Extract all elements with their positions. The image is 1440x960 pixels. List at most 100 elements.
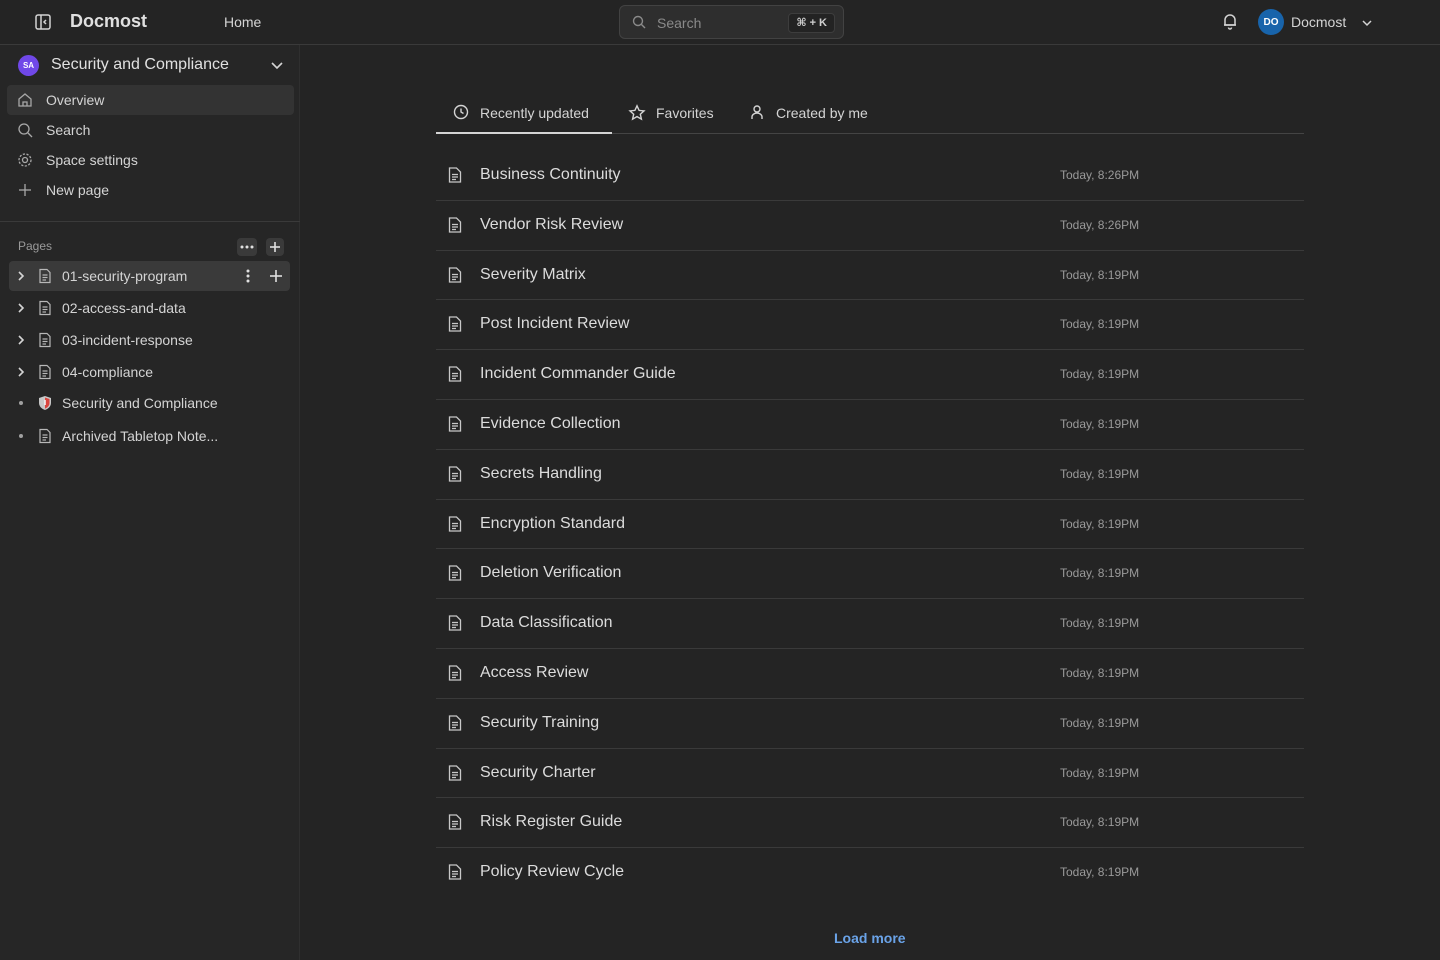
page-updated-time: Today, 8:26PM (1060, 168, 1140, 182)
tab-label: Recently updated (480, 105, 589, 121)
sidebar-toggle-icon[interactable] (33, 12, 53, 32)
page-title: Policy Review Cycle (480, 863, 625, 881)
page-updated-time: Today, 8:19PM (1060, 665, 1140, 680)
document-icon (448, 167, 462, 188)
page-tree-item[interactable]: Archived Tabletop Note... (9, 421, 290, 451)
chevron-right-icon[interactable] (14, 301, 28, 315)
tab-recently-updated[interactable]: Recently updated (436, 90, 612, 134)
page-tree-label: Archived Tabletop Note... (62, 428, 219, 444)
page-tree-item[interactable]: 02-access-and-data (9, 293, 290, 323)
page-list-row[interactable]: Incident Commander Guide Today, 8:19PM (436, 350, 1304, 400)
document-icon (37, 300, 53, 316)
document-icon (448, 565, 462, 586)
page-tree-item[interactable]: 03-incident-response (9, 325, 290, 355)
search-icon (17, 122, 33, 138)
more-horizontal-icon[interactable] (237, 238, 257, 256)
page-list-row[interactable]: Vendor Risk Review Today, 8:26PM (436, 201, 1304, 251)
page-title: Evidence Collection (480, 414, 621, 432)
load-more-button[interactable]: Load more (834, 930, 906, 946)
document-icon (448, 515, 462, 537)
page-updated-time: Today, 8:19PM (1060, 616, 1140, 631)
more-vertical-icon[interactable] (241, 268, 255, 289)
document-icon (37, 332, 53, 348)
sidebar-item-search[interactable]: Search (7, 115, 294, 145)
page-updated-time: Today, 8:19PM (1060, 765, 1140, 780)
chevron-right-icon[interactable] (14, 333, 28, 347)
document-icon (448, 814, 462, 835)
page-tree-label: 02-access-and-data (62, 300, 186, 316)
document-icon (448, 217, 462, 238)
document-icon (448, 715, 462, 736)
sidebar-item-label: Search (46, 122, 91, 138)
sidebar-item-label: Overview (46, 92, 105, 108)
document-icon (448, 366, 462, 387)
page-tree-label: 03-incident-response (62, 332, 193, 348)
tab-label: Created by me (776, 105, 868, 121)
page-list-row[interactable]: Severity Matrix Today, 8:19PM (436, 251, 1304, 301)
bell-icon[interactable] (1221, 12, 1239, 35)
page-tree-item[interactable]: 04-compliance (9, 357, 290, 387)
tab-label: Favorites (656, 105, 714, 121)
chevron-right-icon[interactable] (14, 365, 28, 379)
space-name: Security and Compliance (51, 56, 229, 73)
page-list-row[interactable]: Evidence Collection Today, 8:19PM (436, 400, 1304, 450)
sidebar-item-overview[interactable]: Overview (7, 85, 294, 115)
top-header: Docmost Home Search ⌘ + K DO Docmost (0, 0, 1440, 45)
bullet-dot-icon (19, 434, 23, 438)
document-icon (448, 416, 462, 437)
page-title: Access Review (480, 663, 589, 681)
page-tree-item[interactable]: 01-security-program (9, 261, 290, 291)
page-title: Deletion Verification (480, 564, 622, 582)
sidebar-item-space-settings[interactable]: Space settings (7, 145, 294, 175)
app-logo-text[interactable]: Docmost (70, 11, 147, 32)
page-title: Data Classification (480, 614, 613, 632)
page-title: Secrets Handling (480, 464, 602, 482)
document-icon (37, 428, 53, 444)
global-search-button[interactable]: Search ⌘ + K (619, 5, 844, 39)
tab-favorites[interactable]: Favorites (626, 90, 726, 134)
page-list-row[interactable]: Encryption Standard Today, 8:19PM (436, 500, 1304, 550)
user-menu-name[interactable]: Docmost (1291, 14, 1346, 30)
document-icon (448, 764, 462, 786)
page-title: Encryption Standard (480, 514, 625, 532)
page-updated-time: Today, 8:19PM (1060, 715, 1140, 730)
pages-section-label: Pages (18, 239, 53, 253)
page-list-row[interactable]: Access Review Today, 8:19PM (436, 649, 1304, 699)
page-list-row[interactable]: Deletion Verification Today, 8:19PM (436, 549, 1304, 600)
page-list-row[interactable]: Risk Register Guide Today, 8:19PM (436, 798, 1304, 849)
page-updated-time: Today, 8:19PM (1060, 865, 1140, 880)
page-tree-item[interactable]: Security and Compliance (9, 388, 290, 418)
tab-created-by-me[interactable]: Created by me (746, 90, 876, 134)
sidebar: SA Security and Compliance Overview Sear… (0, 45, 300, 960)
space-switcher[interactable]: SA Security and Compliance (0, 45, 300, 85)
nav-home-link[interactable]: Home (224, 14, 261, 30)
page-title: Security Charter (480, 763, 596, 781)
document-icon (448, 466, 462, 487)
page-title: Risk Register Guide (480, 813, 623, 831)
page-list-row[interactable]: Security Charter Today, 8:19PM (436, 749, 1304, 799)
document-icon (37, 268, 53, 284)
page-list-row[interactable]: Post Incident Review Today, 8:19PM (436, 300, 1304, 351)
star-icon (628, 104, 646, 127)
chevron-down-icon[interactable] (1361, 16, 1373, 34)
page-updated-time: Today, 8:19PM (1060, 466, 1140, 481)
user-icon (749, 104, 765, 125)
user-avatar[interactable]: DO (1258, 9, 1284, 35)
bullet-dot-icon (19, 401, 23, 405)
page-list-row[interactable]: Secrets Handling Today, 8:19PM (436, 450, 1304, 500)
page-title: Vendor Risk Review (480, 215, 624, 233)
page-list-row[interactable]: Policy Review Cycle Today, 8:19PM (436, 848, 1304, 898)
home-icon (17, 92, 33, 108)
page-list-row[interactable]: Business Continuity Today, 8:26PM (436, 151, 1304, 201)
page-tree-label: 04-compliance (62, 364, 154, 380)
add-page-icon[interactable] (266, 238, 284, 256)
plus-icon[interactable] (268, 268, 284, 289)
chevron-right-icon[interactable] (14, 269, 28, 283)
page-list-row[interactable]: Security Training Today, 8:19PM (436, 699, 1304, 749)
gear-icon (17, 152, 33, 168)
page-list-row[interactable]: Data Classification Today, 8:19PM (436, 599, 1304, 649)
chevron-down-icon[interactable] (270, 58, 284, 77)
page-updated-time: Today, 8:19PM (1060, 367, 1140, 382)
shield-emoji-icon (37, 395, 53, 411)
sidebar-item-new-page[interactable]: New page (7, 175, 294, 205)
